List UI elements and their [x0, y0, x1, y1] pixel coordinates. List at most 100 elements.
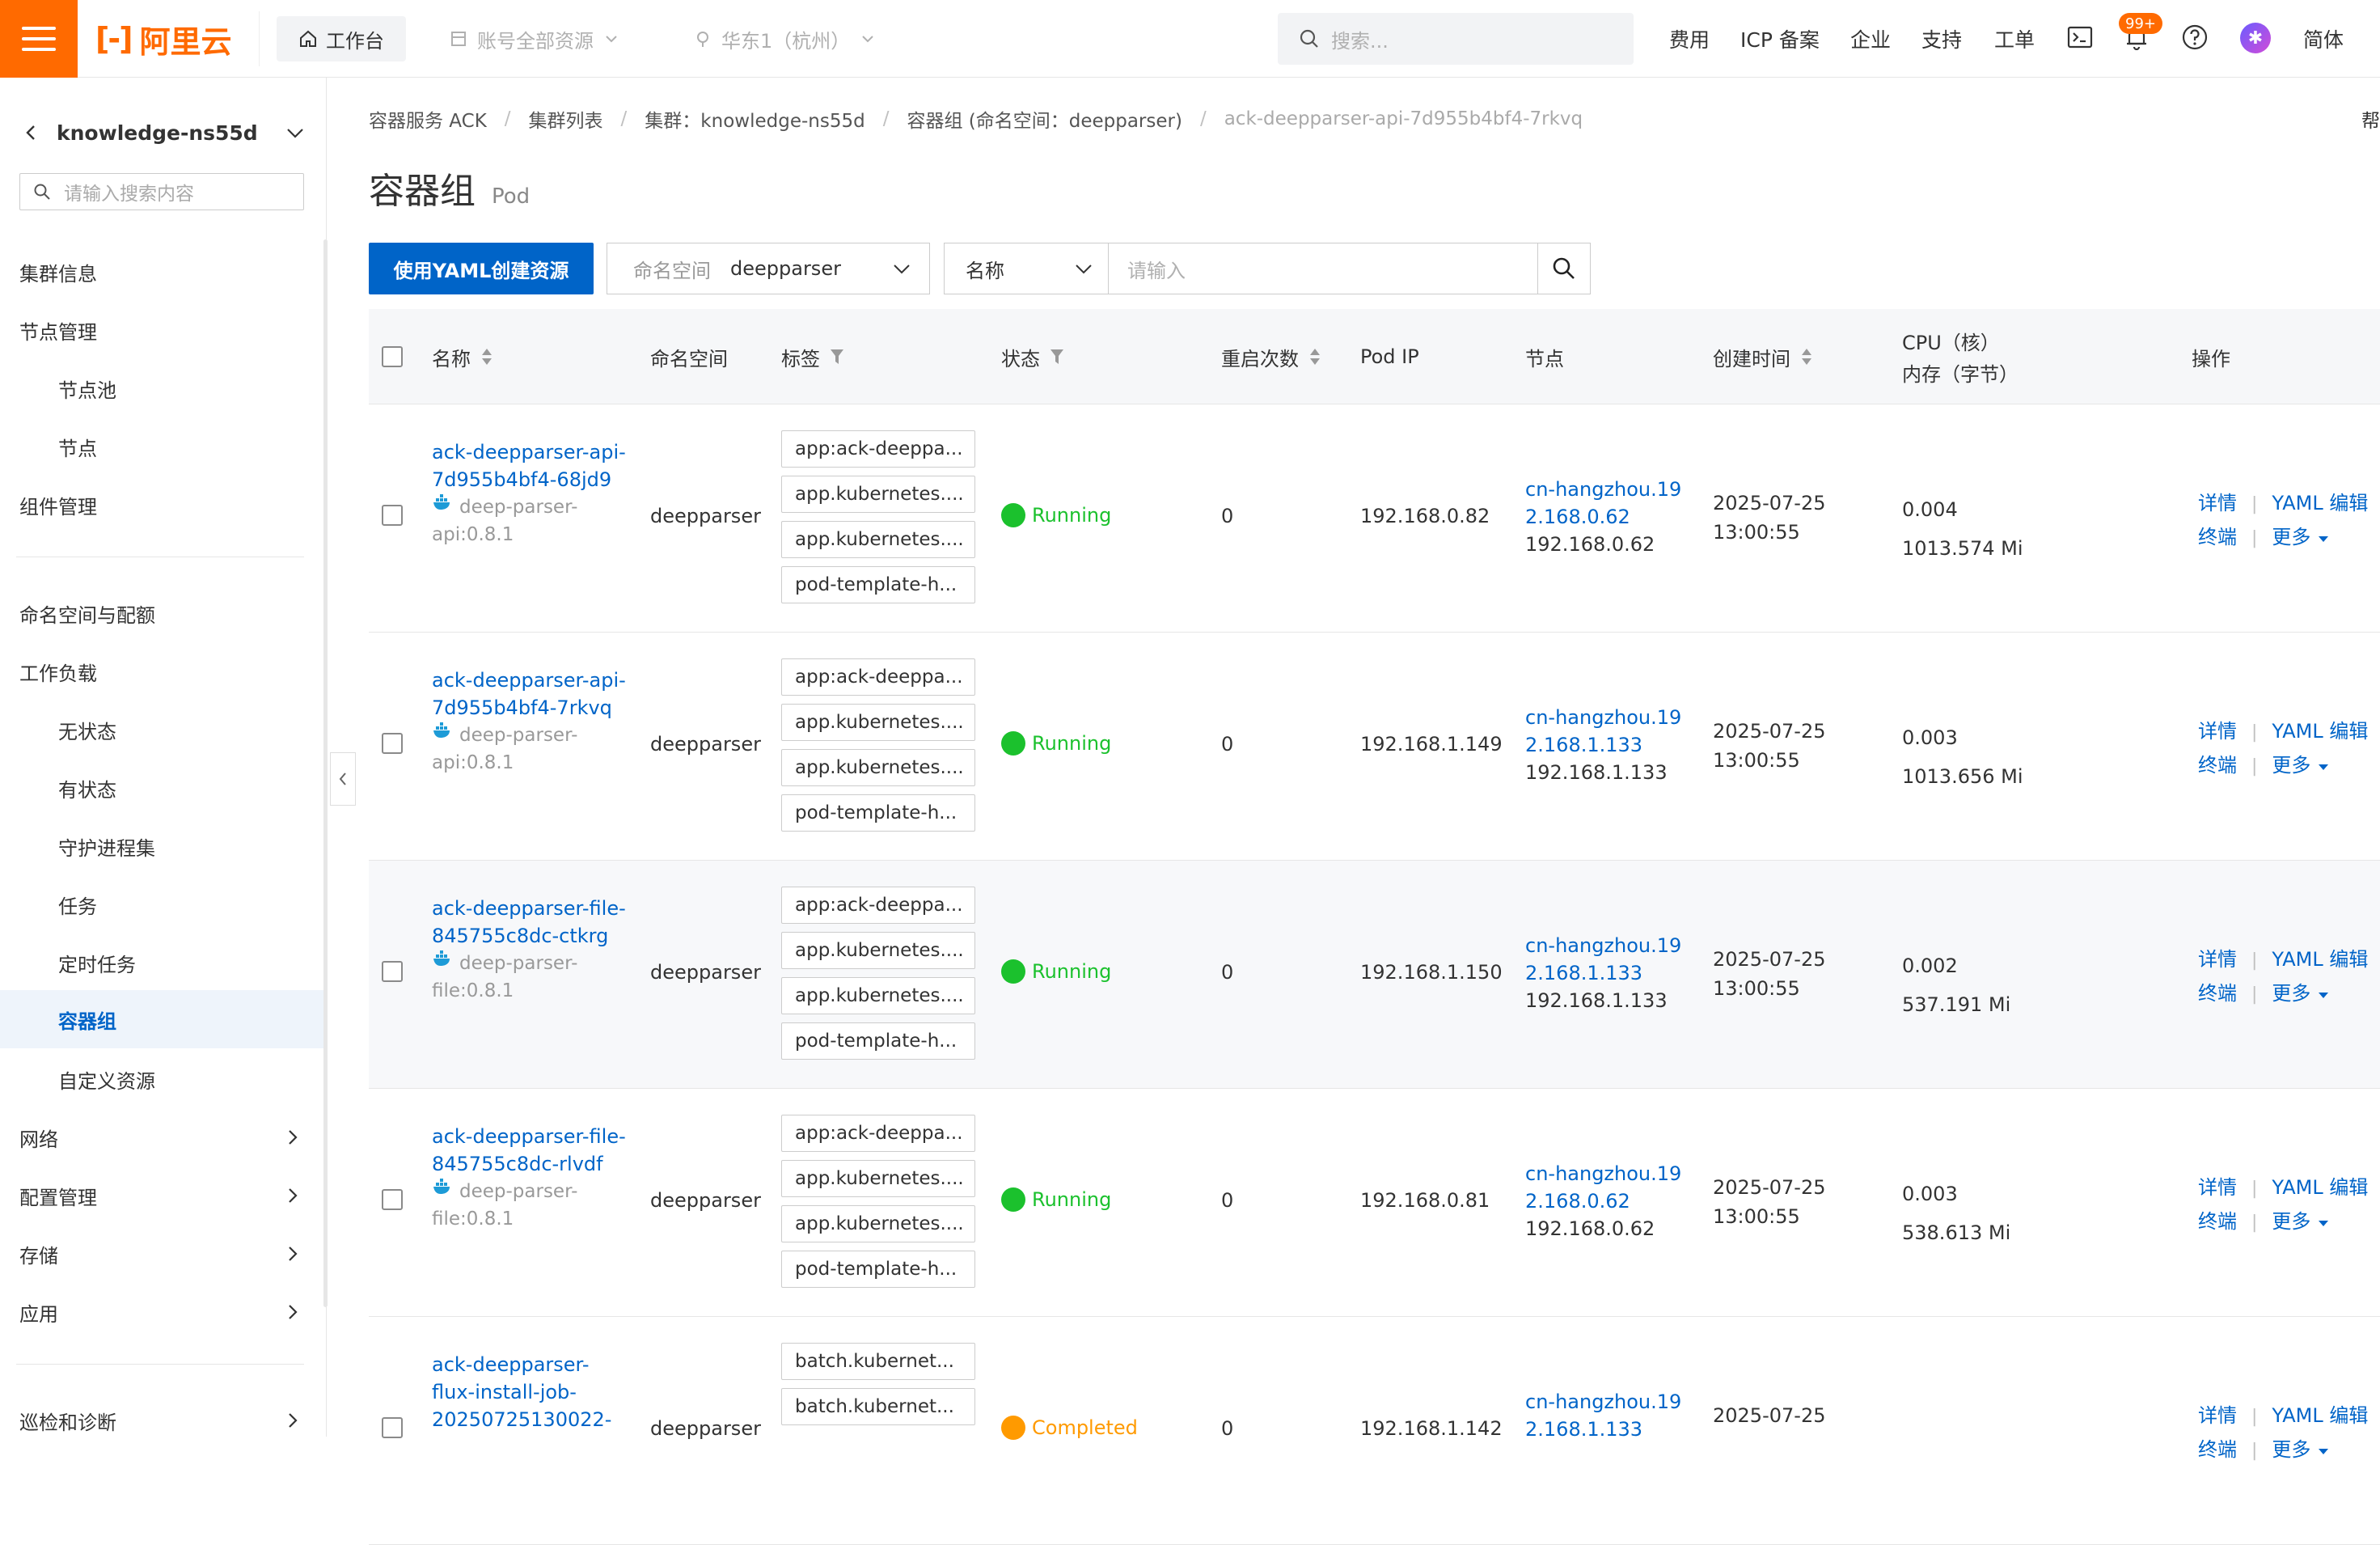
table-row[interactable]: ack-deepparser-file- 845755c8dc-ctkrg deep…: [369, 861, 2380, 1089]
terminal-link[interactable]: 终端: [2198, 1438, 2237, 1461]
node-link[interactable]: cn-hangzhou.19 2.168.1.133: [1525, 704, 1681, 759]
label-tag[interactable]: pod-template-h...: [781, 566, 975, 603]
row-checkbox[interactable]: [382, 1417, 403, 1438]
label-tag[interactable]: pod-template-h...: [781, 1251, 975, 1288]
label-tag[interactable]: app.kubernetes....: [781, 1205, 975, 1242]
search-input[interactable]: 请输入: [1108, 243, 1538, 294]
detail-link[interactable]: 详情: [2198, 948, 2237, 971]
sidebar-collapse-button[interactable]: [330, 752, 356, 806]
menu-icon[interactable]: [0, 0, 78, 78]
header-restarts[interactable]: 重启次数: [1221, 309, 1321, 404]
sidebar-item-network[interactable]: 网络: [0, 1113, 323, 1162]
sidebar-item-addons[interactable]: 组件管理: [0, 480, 323, 529]
node-link[interactable]: cn-hangzhou.19 2.168.0.62: [1525, 1160, 1681, 1215]
back-arrow-icon[interactable]: [23, 123, 39, 142]
more-dropdown[interactable]: 更多: [2272, 754, 2330, 777]
select-all-checkbox[interactable]: [382, 309, 403, 404]
more-dropdown[interactable]: 更多: [2272, 526, 2330, 548]
row-checkbox[interactable]: [382, 1189, 403, 1210]
help-icon[interactable]: [2179, 21, 2211, 53]
label-tag[interactable]: app.kubernetes....: [781, 476, 975, 513]
pod-name-link[interactable]: ack-deepparser-api- 7d955b4bf4-7rkvq: [432, 667, 626, 722]
label-tag[interactable]: app.kubernetes....: [781, 977, 975, 1014]
sidebar-scrollbar[interactable]: [323, 239, 328, 1307]
detail-link[interactable]: 详情: [2198, 492, 2237, 514]
region-select[interactable]: 华东1（杭州）: [694, 16, 876, 61]
label-tag[interactable]: app.kubernetes....: [781, 1160, 975, 1197]
node-link[interactable]: cn-hangzhou.19 2.168.1.133: [1525, 1388, 1681, 1443]
filter-icon[interactable]: [1050, 348, 1064, 366]
breadcrumb-item[interactable]: 容器组 (命名空间：deepparser): [907, 105, 1182, 133]
header-created[interactable]: 创建时间: [1713, 309, 1813, 404]
help-link[interactable]: 帮: [2361, 105, 2380, 133]
pod-name-link[interactable]: ack-deepparser-file- 845755c8dc-rlvdf: [432, 1123, 626, 1178]
terminal-link[interactable]: 终端: [2198, 526, 2237, 548]
more-dropdown[interactable]: 更多: [2272, 1438, 2330, 1461]
sidebar-item-storage[interactable]: 存储: [0, 1230, 323, 1278]
node-link[interactable]: cn-hangzhou.19 2.168.0.62: [1525, 476, 1681, 531]
aliyun-logo[interactable]: [-] 阿里云: [95, 19, 232, 60]
sidebar-item-namespaces[interactable]: 命名空间与配额: [0, 589, 323, 637]
label-tag[interactable]: app.kubernetes....: [781, 704, 975, 741]
sort-icon[interactable]: [1308, 346, 1321, 367]
sidebar-item-cluster-info[interactable]: 集群信息: [0, 248, 323, 296]
header-status[interactable]: 状态: [1001, 309, 1064, 404]
sidebar-item-nodes[interactable]: 节点: [0, 422, 323, 471]
sidebar-item-config[interactable]: 配置管理: [0, 1171, 323, 1220]
nav-link-enterprise[interactable]: 企业: [1850, 24, 1891, 53]
search-field-select[interactable]: 名称: [944, 243, 1109, 294]
header-labels[interactable]: 标签: [781, 309, 844, 404]
more-dropdown[interactable]: 更多: [2272, 982, 2330, 1005]
sort-icon[interactable]: [480, 346, 493, 367]
label-tag[interactable]: app:ack-deeppa...: [781, 887, 975, 924]
terminal-link[interactable]: 终端: [2198, 982, 2237, 1005]
nav-link-support[interactable]: 支持: [1921, 24, 1962, 53]
yaml-edit-link[interactable]: YAML 编辑: [2272, 948, 2368, 971]
search-button[interactable]: [1537, 243, 1591, 294]
terminal-link[interactable]: 终端: [2198, 754, 2237, 777]
label-tag[interactable]: pod-template-h...: [781, 794, 975, 832]
more-dropdown[interactable]: 更多: [2272, 1210, 2330, 1233]
table-row[interactable]: ack-deepparser-api- 7d955b4bf4-7rkvq deep-…: [369, 633, 2380, 861]
cluster-selector[interactable]: knowledge-ns55d: [23, 115, 306, 150]
sort-icon[interactable]: [1800, 346, 1813, 367]
nav-link-icp[interactable]: ICP 备案: [1740, 24, 1820, 53]
detail-link[interactable]: 详情: [2198, 720, 2237, 743]
terminal-icon[interactable]: [2064, 21, 2096, 53]
row-checkbox[interactable]: [382, 961, 403, 982]
yaml-edit-link[interactable]: YAML 编辑: [2272, 1404, 2368, 1427]
sidebar-item-pods[interactable]: 容器组: [0, 990, 323, 1048]
breadcrumb-item[interactable]: 容器服务 ACK: [369, 105, 487, 133]
table-row[interactable]: ack-deepparser-flux-install-job- 20250725…: [369, 1317, 2380, 1545]
sidebar-search-input[interactable]: 请输入搜索内容: [19, 173, 304, 210]
label-tag[interactable]: app:ack-deeppa...: [781, 430, 975, 468]
sidebar-item-workloads[interactable]: 工作负载: [0, 647, 323, 696]
breadcrumb-item[interactable]: 集群列表: [529, 105, 603, 133]
namespace-select[interactable]: 命名空间 deepparser: [607, 243, 930, 294]
sidebar-item-inspection[interactable]: 巡检和诊断: [0, 1396, 323, 1445]
sidebar-item-deployments[interactable]: 无状态: [0, 705, 323, 754]
sidebar-item-cronjobs[interactable]: 定时任务: [0, 938, 323, 987]
avatar[interactable]: ✱: [2240, 23, 2271, 53]
sidebar-item-daemonsets[interactable]: 守护进程集: [0, 822, 323, 870]
account-resources-select[interactable]: 账号全部资源: [450, 16, 619, 61]
yaml-edit-link[interactable]: YAML 编辑: [2272, 1176, 2368, 1199]
terminal-link[interactable]: 终端: [2198, 1210, 2237, 1233]
sidebar-item-node-pool[interactable]: 节点池: [0, 364, 323, 413]
nav-link-ticket[interactable]: 工单: [1994, 24, 2035, 53]
sidebar-item-statefulsets[interactable]: 有状态: [0, 764, 323, 812]
label-tag[interactable]: pod-template-h...: [781, 1022, 975, 1060]
table-row[interactable]: ack-deepparser-file- 845755c8dc-rlvdf deep…: [369, 1089, 2380, 1317]
detail-link[interactable]: 详情: [2198, 1176, 2237, 1199]
workbench-button[interactable]: 工作台: [277, 16, 406, 61]
row-checkbox[interactable]: [382, 733, 403, 754]
filter-icon[interactable]: [830, 348, 844, 366]
nav-link-billing[interactable]: 费用: [1669, 24, 1710, 53]
table-row[interactable]: ack-deepparser-api- 7d955b4bf4-68jd9 deep-…: [369, 404, 2380, 633]
sidebar-item-node-management[interactable]: 节点管理: [0, 306, 323, 354]
header-name[interactable]: 名称: [432, 309, 493, 404]
label-tag[interactable]: batch.kubernet...: [781, 1343, 975, 1380]
label-tag[interactable]: app.kubernetes....: [781, 521, 975, 558]
label-tag[interactable]: app.kubernetes....: [781, 749, 975, 786]
sidebar-item-jobs[interactable]: 任务: [0, 880, 323, 929]
